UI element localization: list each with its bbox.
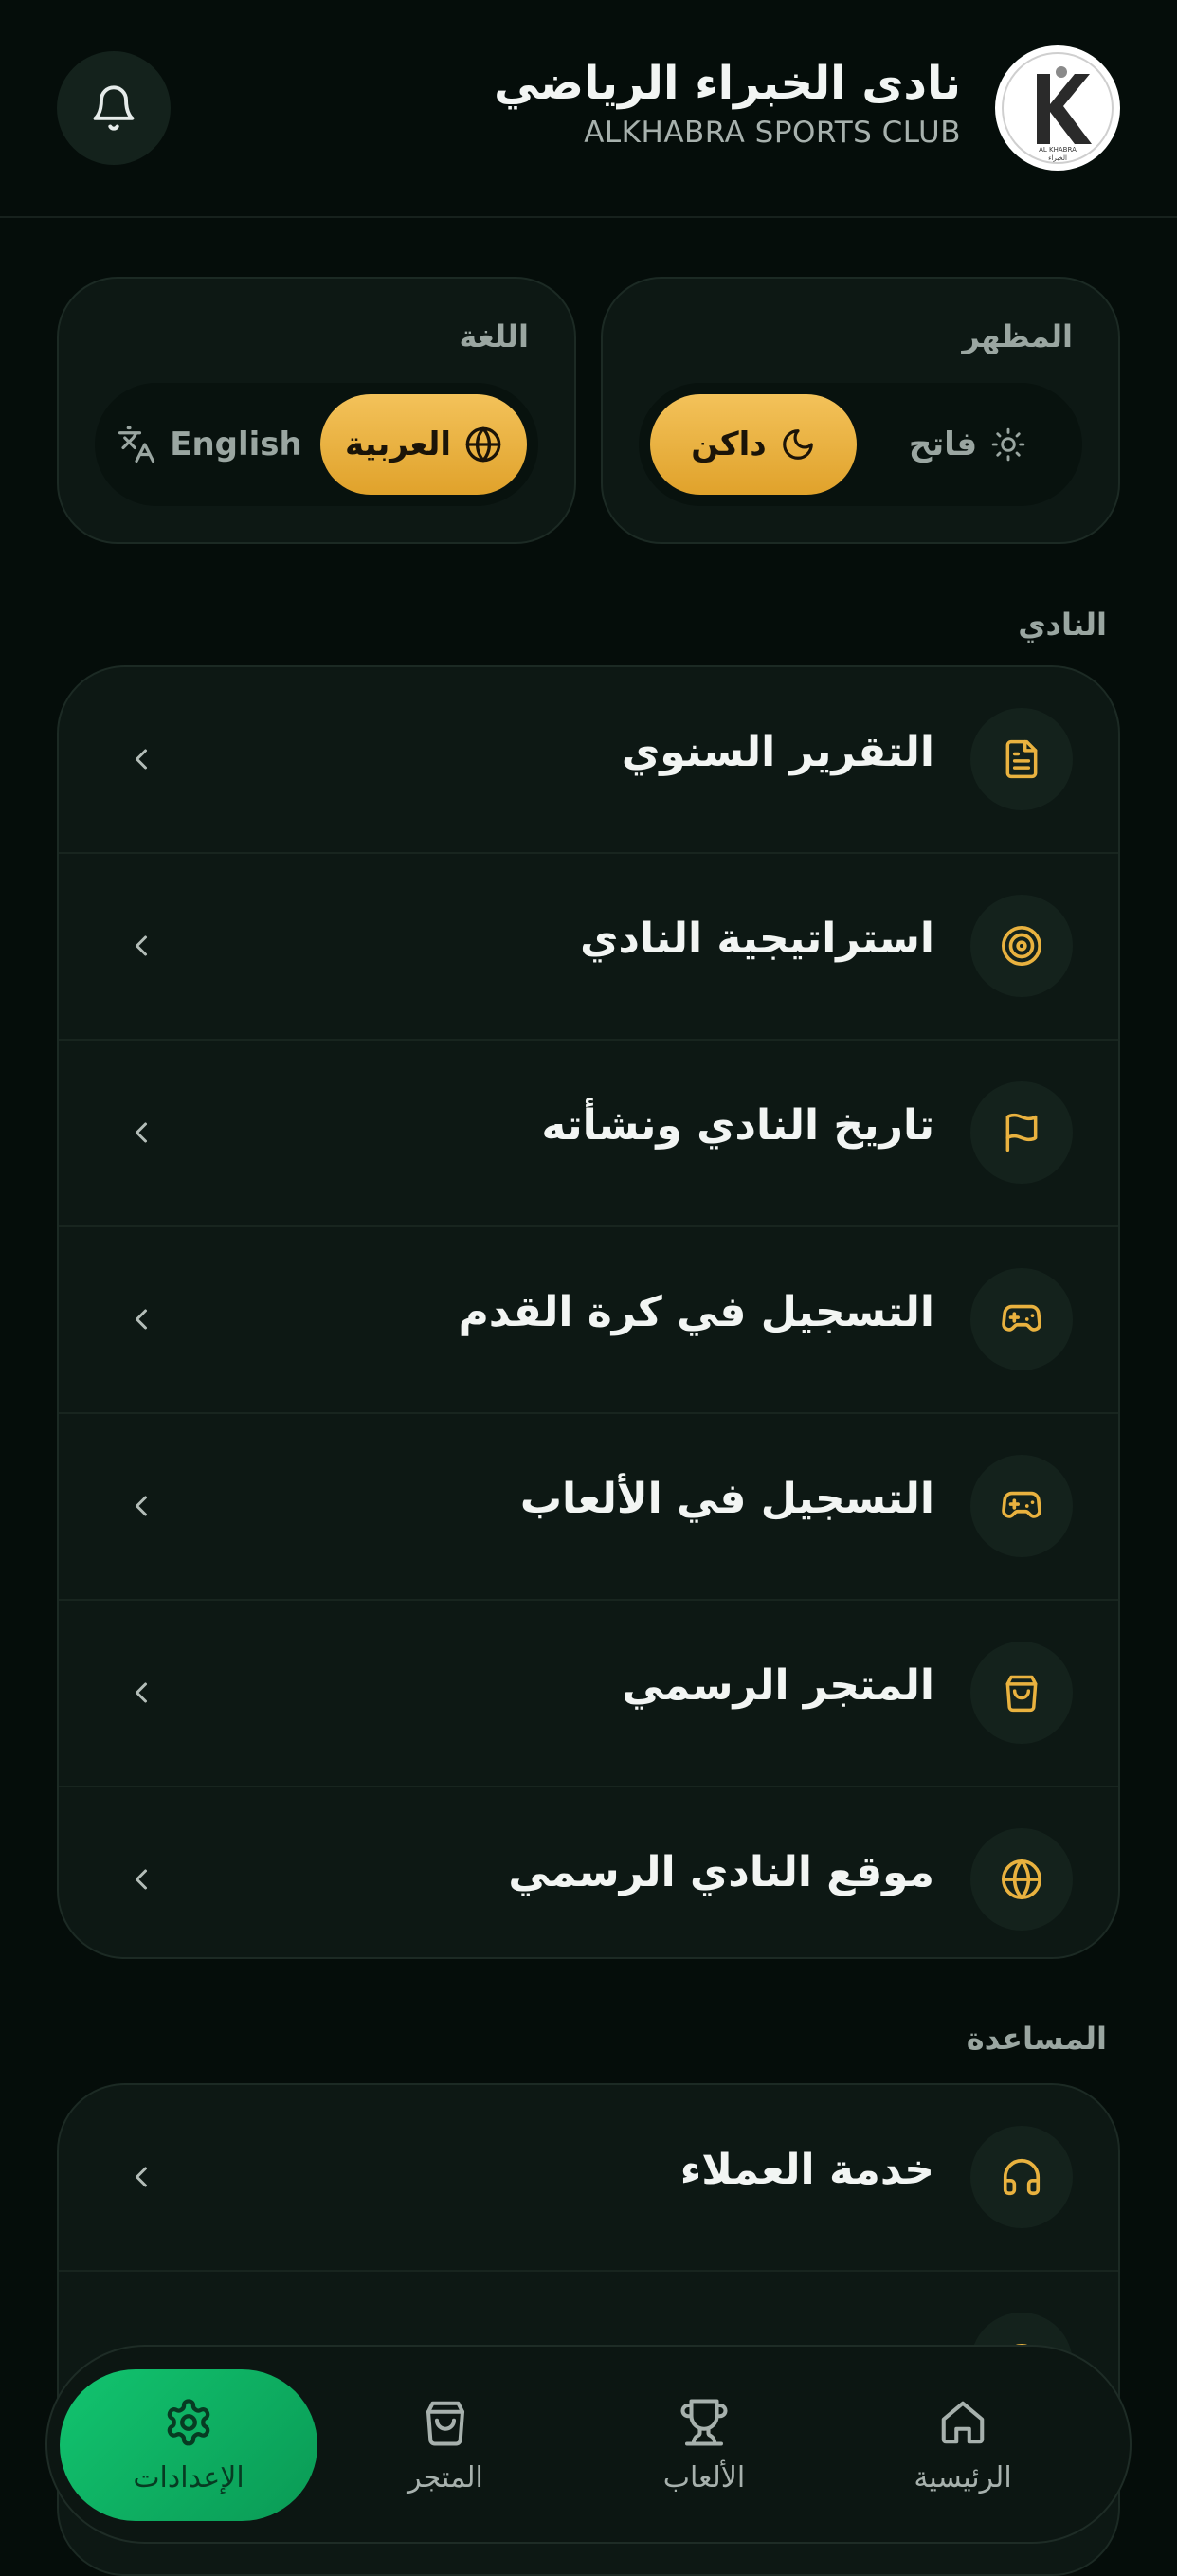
home-icon: [941, 2401, 985, 2443]
chevron-left-icon: [118, 1296, 165, 1343]
arabic-option[interactable]: العربية: [320, 394, 527, 495]
globe-icon: [1002, 1859, 1041, 1899]
list-item-official-store[interactable]: المتجر الرسمي: [59, 1601, 1118, 1787]
chevron-left-icon: [118, 1482, 165, 1530]
list-item-label: موقع النادي الرسمي: [508, 1848, 934, 1896]
appearance-title: المظهر: [962, 318, 1073, 354]
list-item-club-strategy[interactable]: استراتيجية النادي: [59, 854, 1118, 1041]
chevron-left-icon: [118, 2153, 165, 2201]
translate-icon: [118, 426, 155, 463]
list-item-label: خدمة العملاء: [679, 2146, 934, 2194]
moon-icon: [782, 429, 813, 460]
target-icon: [1002, 926, 1041, 966]
gear-icon: [167, 2398, 210, 2445]
nav-home-label: الرئيسية: [914, 2460, 1012, 2494]
list-item-label: التقرير السنوي: [621, 728, 934, 776]
nav-home[interactable]: الرئيسية: [834, 2369, 1092, 2521]
dark-mode-label: داكن: [691, 426, 767, 463]
gamepad-icon: [1002, 1491, 1041, 1518]
club-list: التقرير السنوي استراتيجية النادي تاريخ ا…: [57, 665, 1120, 1959]
logo-text-ar: الخبراء: [1048, 154, 1067, 162]
app-header: نادى الخبراء الرياضي ALKHABRA SPORTS CLU…: [0, 0, 1177, 218]
bottom-nav: الرئيسية الألعاب المتجر الإعدادات: [45, 2345, 1132, 2544]
club-name: نادى الخبراء الرياضي: [494, 57, 961, 110]
help-section-label: المساعدة: [966, 2021, 1107, 2057]
list-item-label: تاريخ النادي ونشأته: [541, 1101, 934, 1150]
chevron-left-icon: [118, 1856, 165, 1903]
row-icon-wrap: [970, 708, 1073, 810]
appearance-card: المظهر فاتح داكن: [601, 277, 1120, 544]
shopping-bag-icon: [1005, 1675, 1038, 1713]
list-item-official-website[interactable]: موقع النادي الرسمي: [59, 1787, 1118, 1957]
nav-store[interactable]: المتجر: [317, 2369, 574, 2521]
nav-games[interactable]: الألعاب: [575, 2369, 833, 2521]
list-item-annual-report[interactable]: التقرير السنوي: [59, 667, 1118, 854]
headphones-icon: [1003, 2158, 1041, 2196]
chevron-left-icon: [118, 1109, 165, 1156]
english-option[interactable]: English: [106, 394, 313, 495]
list-item-label: استراتيجية النادي: [580, 915, 934, 963]
gamepad-icon: [1002, 1304, 1041, 1332]
globe-icon: [465, 426, 501, 463]
appearance-toggle: فاتح داكن: [639, 383, 1082, 506]
light-mode-label: فاتح: [908, 426, 978, 463]
shopping-bag-icon: [426, 2401, 465, 2446]
english-label: English: [170, 426, 302, 463]
chevron-left-icon: [118, 922, 165, 970]
logo-text: AL KHABRA: [1039, 146, 1077, 154]
dark-mode-option[interactable]: داكن: [650, 394, 857, 495]
nav-games-label: الألعاب: [662, 2460, 746, 2494]
language-toggle: العربية English: [95, 383, 538, 506]
bell-icon: [93, 85, 135, 131]
flag-icon: [1005, 1113, 1038, 1152]
list-item-customer-service[interactable]: خدمة العملاء: [59, 2085, 1118, 2272]
club-logo: AL KHABRA الخبراء: [995, 45, 1120, 171]
list-item-club-history[interactable]: تاريخ النادي ونشأته: [59, 1041, 1118, 1227]
trophy-icon: [680, 2398, 728, 2446]
club-subtitle: ALKHABRA SPORTS CLUB: [584, 116, 961, 150]
list-item-label: المتجر الرسمي: [622, 1661, 934, 1710]
language-title: اللغة: [459, 318, 529, 354]
chevron-left-icon: [118, 1669, 165, 1716]
nav-settings[interactable]: الإعدادات: [60, 2369, 317, 2521]
club-section-label: النادي: [1018, 607, 1107, 643]
row-icon-wrap: [970, 1642, 1073, 1744]
row-icon-wrap: [970, 2126, 1073, 2228]
document-icon: [1005, 739, 1038, 779]
row-icon-wrap: [970, 1081, 1073, 1184]
row-icon-wrap: [970, 1828, 1073, 1931]
chevron-left-icon: [118, 735, 165, 783]
row-icon-wrap: [970, 1268, 1073, 1370]
nav-store-label: المتجر: [407, 2460, 483, 2494]
nav-settings-label: الإعدادات: [133, 2460, 244, 2494]
list-item-games-registration[interactable]: التسجيل في الألعاب: [59, 1414, 1118, 1601]
arabic-label: العربية: [344, 426, 452, 463]
sun-icon: [991, 427, 1025, 462]
list-item-label: التسجيل في كرة القدم: [458, 1288, 934, 1336]
light-mode-option[interactable]: فاتح: [864, 394, 1071, 495]
list-item-football-registration[interactable]: التسجيل في كرة القدم: [59, 1227, 1118, 1414]
list-item-label: التسجيل في الألعاب: [519, 1475, 934, 1523]
row-icon-wrap: [970, 1455, 1073, 1557]
notifications-button[interactable]: [57, 51, 171, 165]
row-icon-wrap: [970, 895, 1073, 997]
language-card: اللغة العربية English: [57, 277, 576, 544]
